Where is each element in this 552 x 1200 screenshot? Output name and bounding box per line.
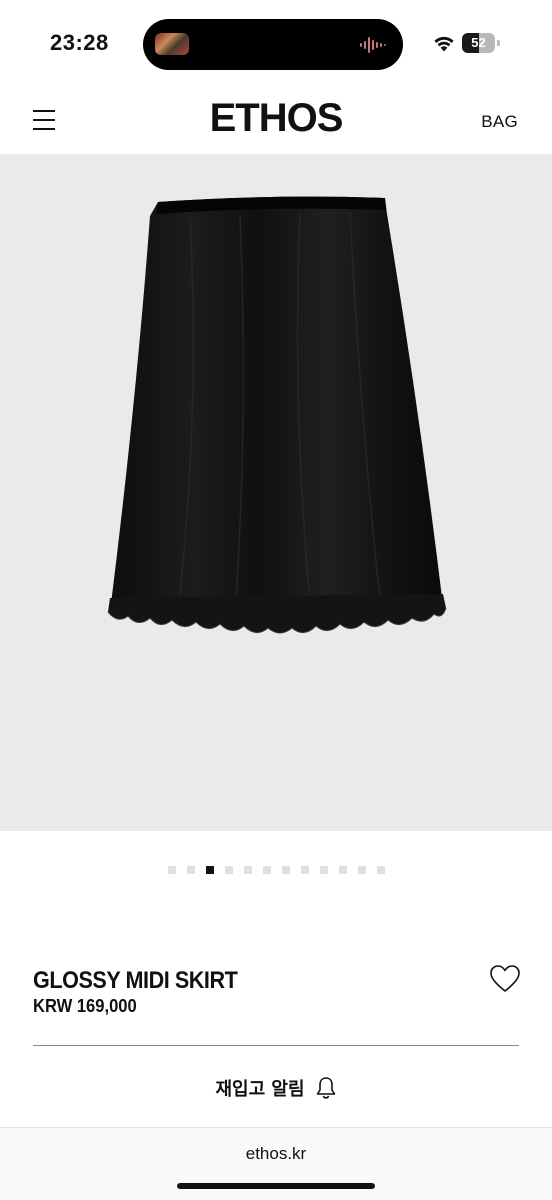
home-indicator[interactable] <box>177 1183 375 1189</box>
restock-alert-label: 재입고 알림 <box>215 1079 305 1100</box>
skirt-photo <box>107 196 447 634</box>
restock-alert-button[interactable]: 재입고 알림 <box>0 1073 552 1103</box>
carousel-dot[interactable] <box>243 866 252 874</box>
site-header: ETHOS BAG <box>0 88 552 154</box>
wishlist-heart-icon[interactable] <box>489 964 521 994</box>
carousel-dots <box>0 866 552 876</box>
now-playing-artwork <box>155 33 189 55</box>
brand-logo[interactable]: ETHOS <box>0 96 552 141</box>
bag-link[interactable]: BAG <box>481 112 518 132</box>
product-name: GLOSSY MIDI SKIRT <box>33 967 238 994</box>
divider <box>33 1045 519 1046</box>
carousel-dot[interactable] <box>281 866 290 874</box>
wifi-icon <box>434 36 454 52</box>
status-bar: 23:28 52 <box>0 0 552 88</box>
carousel-dot[interactable] <box>357 866 366 874</box>
carousel-dot[interactable] <box>186 866 195 874</box>
carousel-dot[interactable] <box>167 866 176 874</box>
product-price: KRW 169,000 <box>33 996 137 1016</box>
audio-waveform-icon <box>360 37 386 53</box>
carousel-dot[interactable] <box>376 866 385 874</box>
status-time: 23:28 <box>50 30 109 55</box>
hamburger-menu-icon[interactable] <box>33 110 55 130</box>
battery-icon: 52 <box>462 33 500 53</box>
dynamic-island[interactable] <box>143 19 403 70</box>
carousel-dot[interactable] <box>262 866 271 874</box>
product-image[interactable] <box>0 154 552 831</box>
battery-percentage: 52 <box>471 35 486 50</box>
carousel-dot[interactable] <box>319 866 328 874</box>
bell-icon <box>316 1077 335 1099</box>
carousel-dot[interactable] <box>224 866 233 874</box>
address-bar[interactable]: ethos.kr <box>0 1144 552 1164</box>
carousel-dot[interactable] <box>300 866 309 874</box>
carousel-dot[interactable] <box>205 866 214 874</box>
browser-bottom-bar: ethos.kr <box>0 1127 552 1200</box>
carousel-dot[interactable] <box>338 866 347 874</box>
